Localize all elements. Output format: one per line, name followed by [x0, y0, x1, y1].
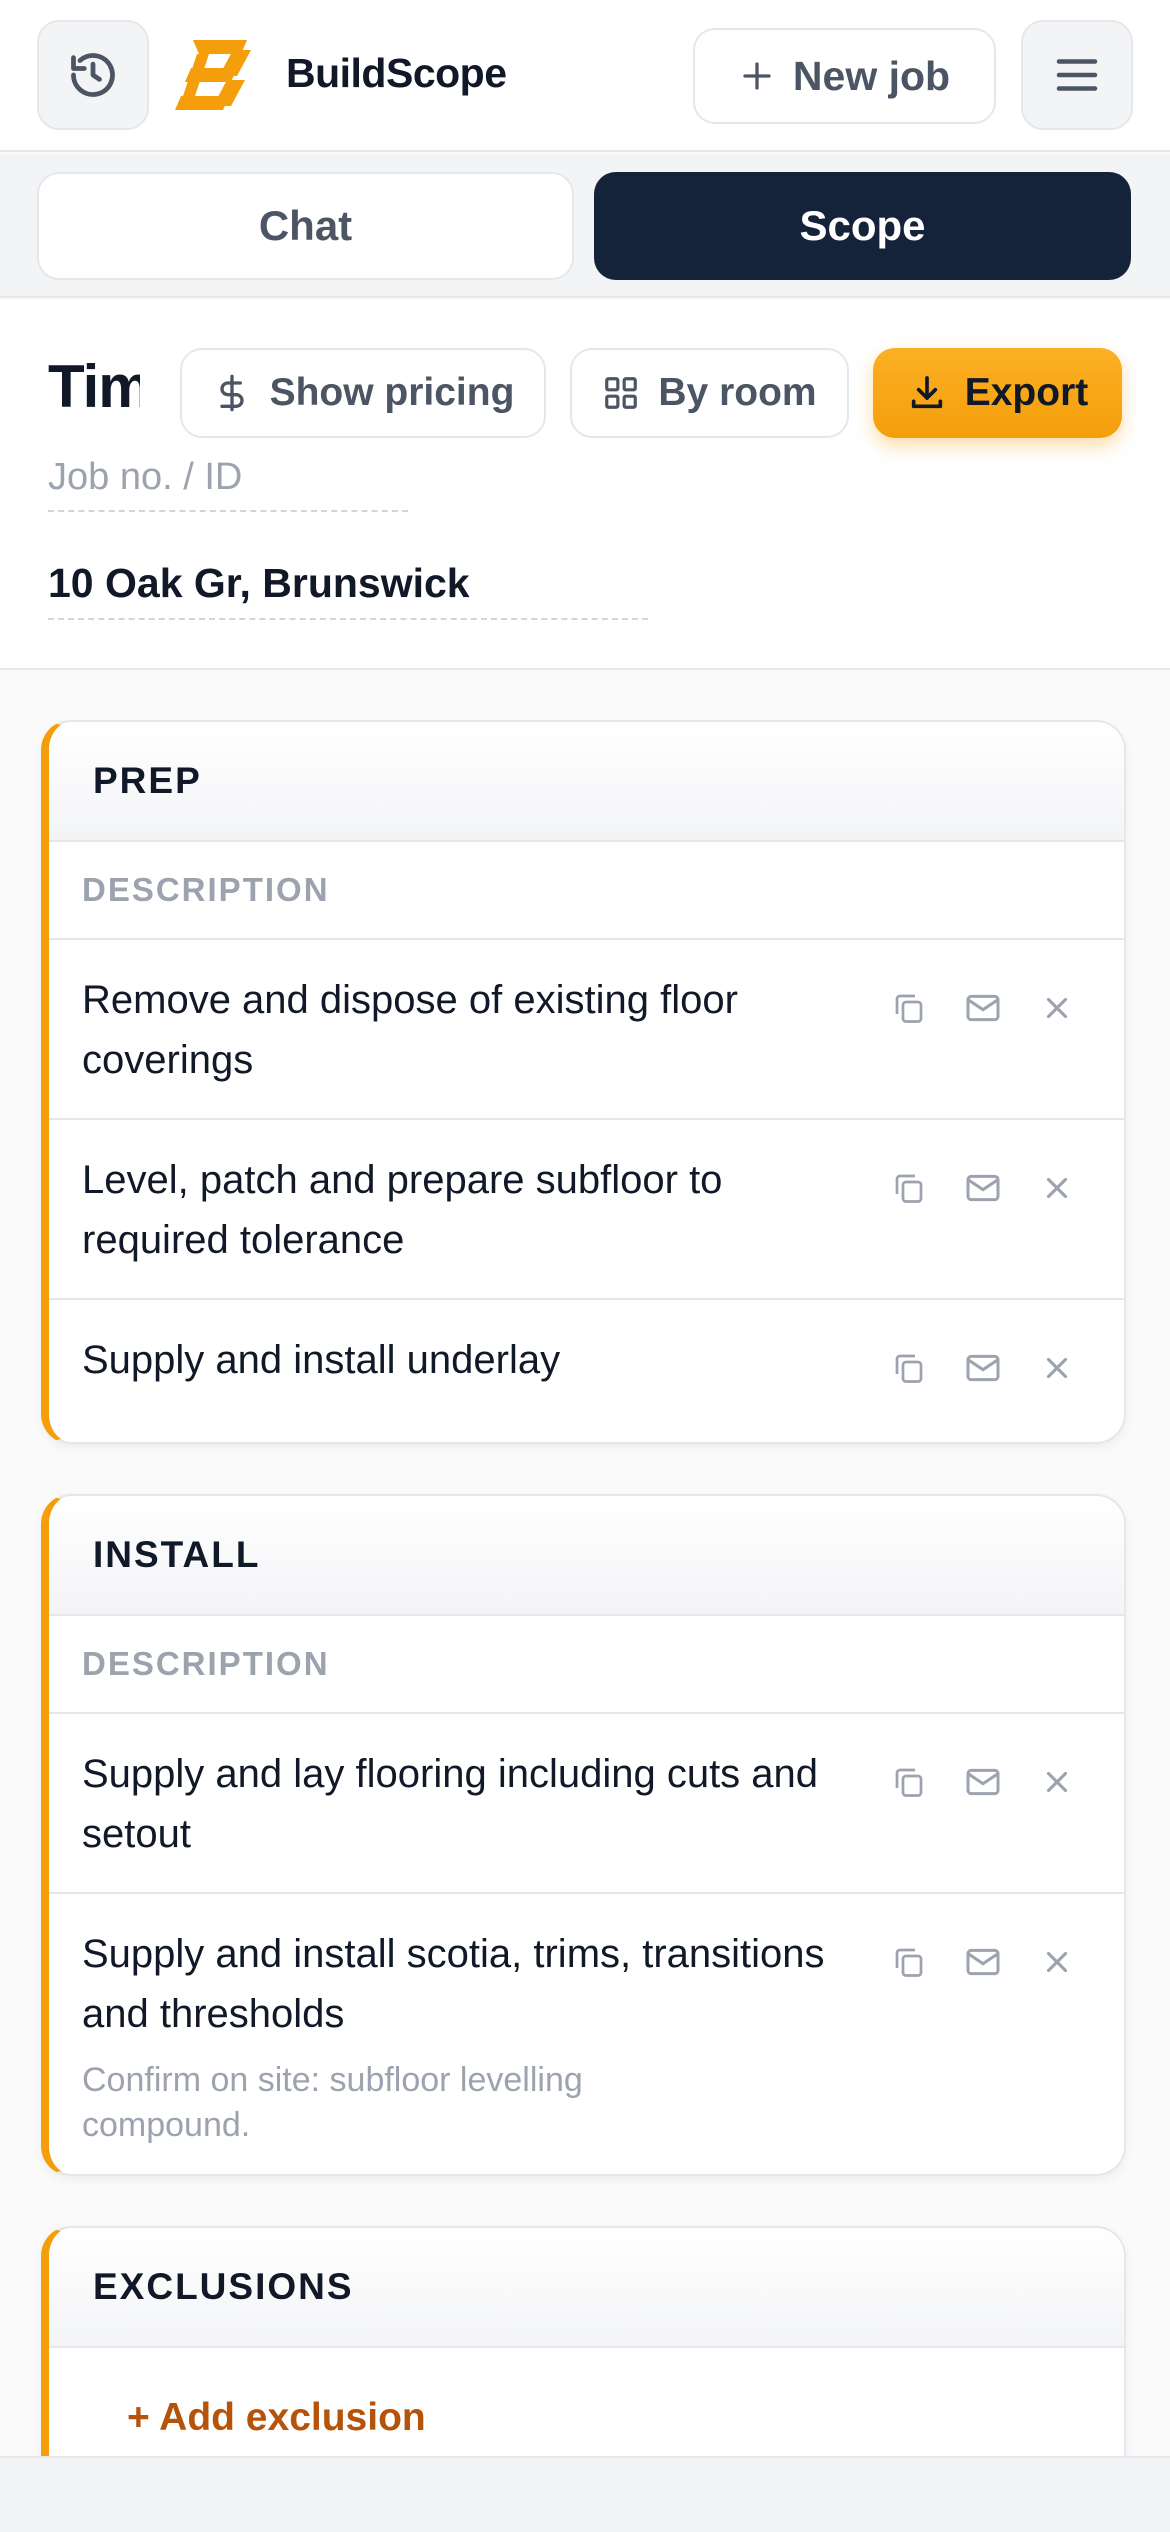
by-room-button[interactable]: By room — [570, 348, 849, 438]
app-header: BuildScope New job — [0, 0, 1170, 152]
duplicate-icon[interactable] — [889, 1762, 929, 1802]
row-actions — [889, 1168, 1111, 1208]
column-header-description: DESCRIPTION — [49, 842, 1124, 940]
hamburger-menu-icon — [1056, 59, 1098, 91]
view-tabs: Chat Scope — [0, 154, 1170, 298]
remove-icon[interactable] — [1037, 1942, 1077, 1982]
duplicate-icon[interactable] — [889, 1942, 929, 1982]
section-title: PREP — [49, 722, 1124, 842]
tab-scope[interactable]: Scope — [594, 172, 1131, 280]
email-icon[interactable] — [963, 1168, 1003, 1208]
scope-item-row: Level, patch and prepare subfloor to req… — [49, 1120, 1124, 1300]
job-number-field[interactable]: Job no. / ID — [48, 452, 408, 512]
download-icon — [911, 376, 942, 409]
row-actions — [889, 1942, 1111, 1982]
row-actions — [889, 988, 1111, 1028]
bottom-bar — [0, 2456, 1170, 2532]
duplicate-icon[interactable] — [889, 1168, 929, 1208]
brand-name: BuildScope — [286, 50, 507, 96]
duplicate-icon[interactable] — [889, 988, 929, 1028]
buildscope-logo — [175, 40, 251, 110]
grid-icon — [605, 377, 638, 409]
add-exclusion-link[interactable]: + Add exclusion — [49, 2348, 1124, 2440]
history-button[interactable] — [37, 20, 149, 130]
by-room-label: By room — [658, 371, 817, 414]
history-icon — [71, 53, 115, 97]
scope-item-row: Supply and lay flooring including cuts a… — [49, 1714, 1124, 1894]
scope-item-row: Remove and dispose of existing floor cov… — [49, 940, 1124, 1120]
export-label: Export — [964, 371, 1089, 414]
remove-icon[interactable] — [1037, 1762, 1077, 1802]
column-header-description: DESCRIPTION — [49, 1616, 1124, 1714]
scope-item-note: Confirm on site: subfloor levelling comp… — [82, 2061, 583, 2144]
remove-icon[interactable] — [1037, 1168, 1077, 1208]
scope-item-text[interactable]: Remove and dispose of existing floor cov… — [82, 970, 842, 1090]
job-address-field[interactable]: 10 Oak Gr, Brunswick — [48, 556, 648, 620]
remove-icon[interactable] — [1037, 988, 1077, 1028]
email-icon[interactable] — [963, 988, 1003, 1028]
tab-chat[interactable]: Chat — [37, 172, 574, 280]
scope-item-text[interactable]: Level, patch and prepare subfloor to req… — [82, 1150, 842, 1270]
section-title: INSTALL — [49, 1496, 1124, 1616]
new-job-button[interactable]: New job — [693, 28, 996, 124]
duplicate-icon[interactable] — [889, 1348, 929, 1388]
scope-item-text[interactable]: Supply and install underlay — [82, 1330, 842, 1390]
row-actions — [889, 1348, 1111, 1388]
scope-item-text[interactable]: Supply and install scotia, trims, transi… — [82, 1924, 842, 2044]
scope-item-text[interactable]: Supply and lay flooring including cuts a… — [82, 1744, 842, 1864]
show-pricing-label: Show pricing — [269, 371, 515, 414]
section-prep: PREP DESCRIPTION Remove and dispose of e… — [41, 720, 1126, 1444]
show-pricing-button[interactable]: Show pricing — [180, 348, 546, 438]
scope-item-row: Supply and install scotia, trims, transi… — [49, 1894, 1124, 2174]
email-icon[interactable] — [963, 1942, 1003, 1982]
export-button[interactable]: Export — [873, 348, 1122, 438]
email-icon[interactable] — [963, 1348, 1003, 1388]
job-title[interactable]: Tim — [48, 352, 140, 421]
job-info-panel: Tim Show pricing By room Export Job no. … — [0, 300, 1170, 670]
email-icon[interactable] — [963, 1762, 1003, 1802]
new-job-label: New job — [792, 52, 951, 99]
row-actions — [889, 1762, 1111, 1802]
section-title: EXCLUSIONS — [49, 2228, 1124, 2348]
menu-button[interactable] — [1021, 20, 1133, 130]
plus-icon — [743, 62, 771, 90]
scope-item-row: Supply and install underlay — [49, 1300, 1124, 1442]
dollar-icon — [219, 374, 244, 412]
section-install: INSTALL DESCRIPTION Supply and lay floor… — [41, 1494, 1126, 2176]
remove-icon[interactable] — [1037, 1348, 1077, 1388]
